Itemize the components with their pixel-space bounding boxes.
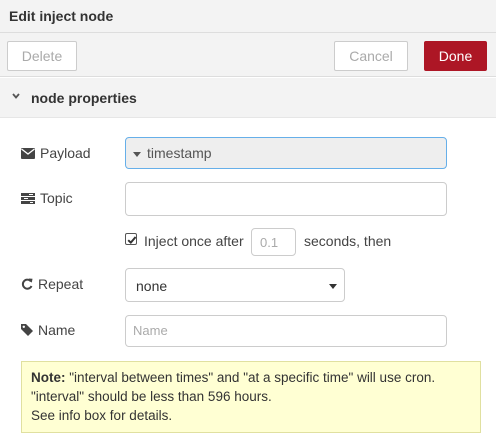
repeat-label: Repeat xyxy=(38,276,84,292)
topic-input[interactable] xyxy=(125,182,447,216)
inject-once-seconds-input[interactable]: 0.1 xyxy=(251,228,296,256)
inject-once-suffix: seconds, then xyxy=(304,233,392,249)
delete-button[interactable]: Delete xyxy=(7,41,77,71)
note-line-3: See info box for details. xyxy=(31,408,173,423)
payload-label-row: Payload xyxy=(21,145,91,161)
dialog-title: Edit inject node xyxy=(9,8,114,24)
info-note: Note: "interval between times" and "at a… xyxy=(21,361,481,433)
tasks-icon xyxy=(21,192,35,204)
name-input[interactable]: Name xyxy=(125,315,447,347)
inject-once-checkbox[interactable] xyxy=(125,233,137,245)
name-placeholder: Name xyxy=(133,323,168,338)
payload-value: timestamp xyxy=(147,145,212,161)
section-label: node properties xyxy=(31,90,137,106)
payload-label: Payload xyxy=(40,145,91,161)
dialog-titlebar: Edit inject node xyxy=(0,0,496,33)
select-arrow-icon xyxy=(329,284,337,289)
note-line1-text: "interval between times" and "at a speci… xyxy=(69,370,436,385)
topic-label: Topic xyxy=(40,190,73,206)
refresh-icon xyxy=(21,278,33,290)
note-line-2: "interval" should be less than 596 hours… xyxy=(31,389,272,404)
name-label-row: Name xyxy=(21,322,75,338)
cancel-button[interactable]: Cancel xyxy=(334,41,408,71)
dialog-toolbar: Delete Cancel Done xyxy=(0,33,496,77)
chevron-down-icon xyxy=(12,93,20,99)
payload-type-input[interactable]: timestamp xyxy=(125,137,447,169)
inject-once-label: Inject once after xyxy=(144,233,244,249)
caret-down-icon[interactable] xyxy=(133,152,141,157)
note-line-1: Note: "interval between times" and "at a… xyxy=(31,368,471,387)
tag-icon xyxy=(21,324,33,336)
inject-once-row xyxy=(125,233,137,245)
repeat-label-row: Repeat xyxy=(21,276,83,292)
note-bold: Note: xyxy=(31,370,66,385)
envelope-icon xyxy=(21,147,35,159)
node-properties-header[interactable]: node properties xyxy=(0,78,496,118)
repeat-select[interactable]: none xyxy=(125,268,345,302)
topic-label-row: Topic xyxy=(21,190,73,206)
name-label: Name xyxy=(38,322,76,338)
checkmark-icon xyxy=(127,236,137,245)
inject-once-seconds-value: 0.1 xyxy=(260,235,279,250)
done-button[interactable]: Done xyxy=(424,41,487,71)
repeat-value: none xyxy=(136,278,168,294)
